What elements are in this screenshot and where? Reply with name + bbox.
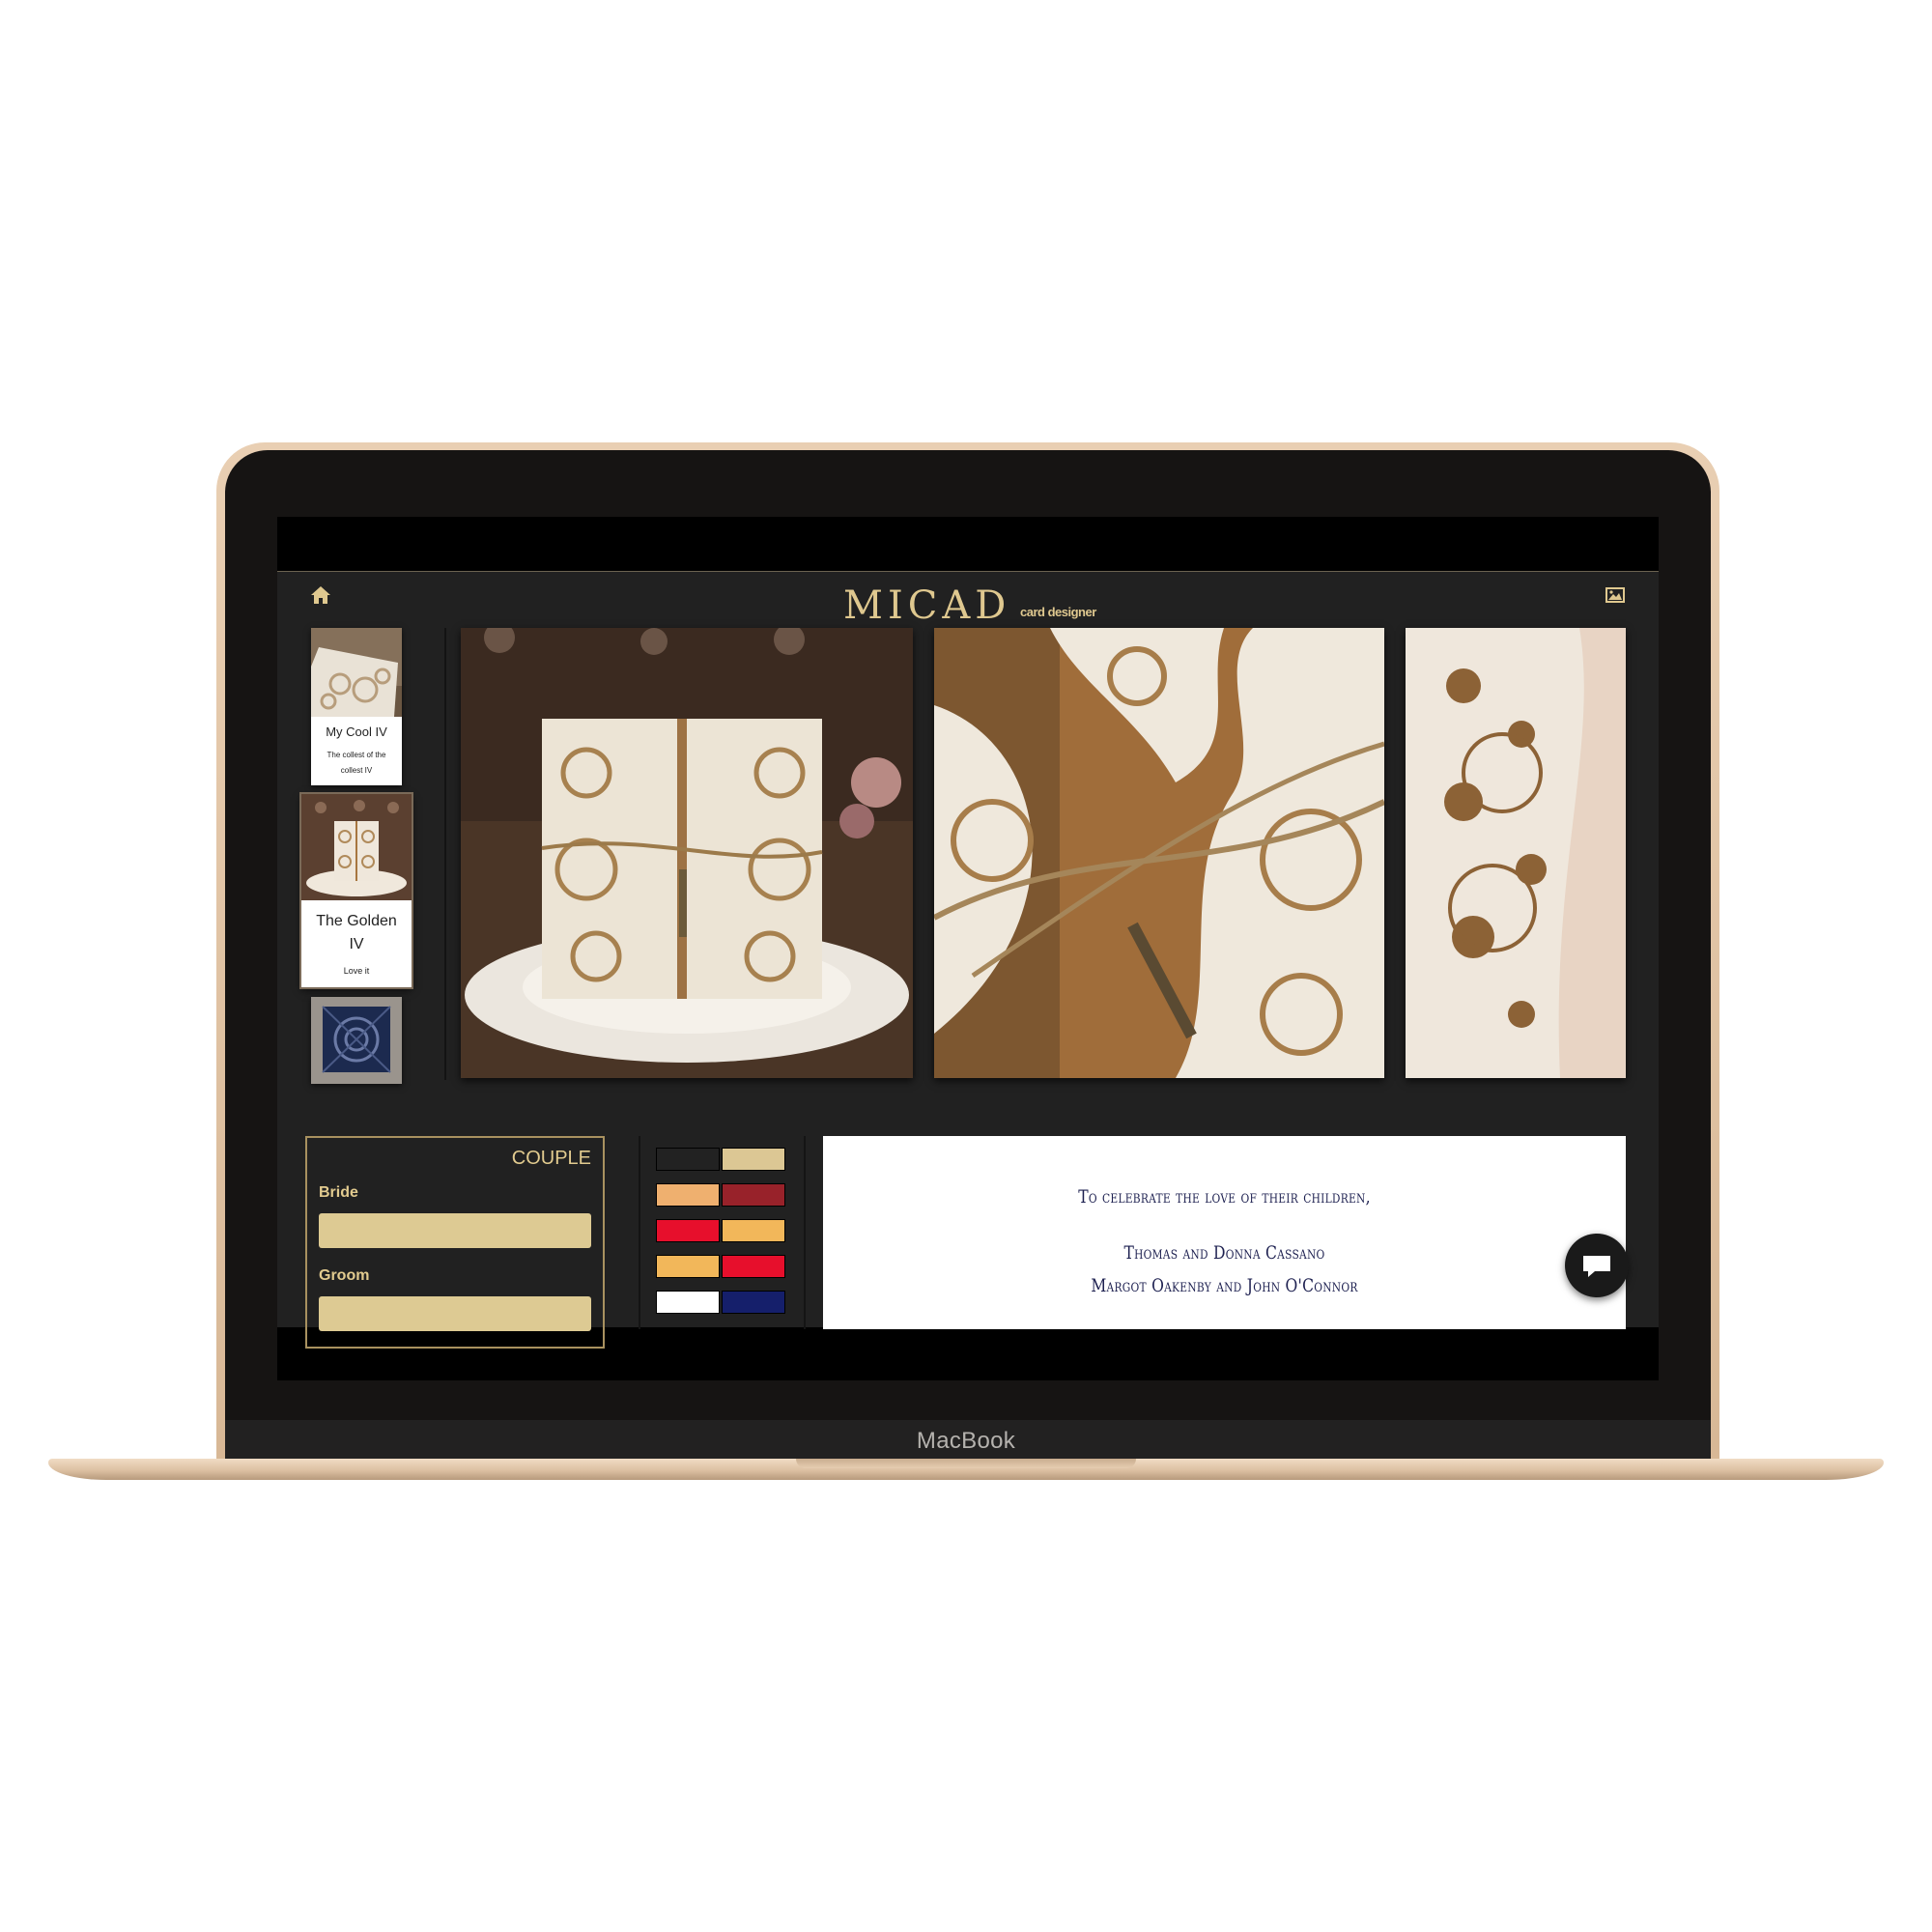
photo-image (461, 628, 913, 1078)
swatch-secondary (722, 1291, 785, 1314)
gallery-photo-closeup[interactable] (934, 628, 1384, 1078)
couple-form: COUPLE Bride Groom (305, 1136, 605, 1349)
swatch-secondary (722, 1219, 785, 1242)
preview-line-3: Margot Oakenby and John O'Connor (1091, 1275, 1358, 1296)
card-preview: To celebrate the love of their children,… (823, 1136, 1626, 1329)
couple-form-title: COUPLE (511, 1148, 591, 1169)
palette-divider (804, 1136, 806, 1329)
chat-icon (1583, 1256, 1610, 1277)
bride-input[interactable] (319, 1213, 591, 1248)
template-description: Love it (343, 966, 370, 976)
bride-label: Bride (319, 1184, 358, 1201)
palette-swatch-pair[interactable] (656, 1291, 787, 1314)
swatch-secondary (722, 1183, 785, 1207)
photo-image (1406, 628, 1626, 1078)
chat-button[interactable] (1565, 1234, 1629, 1297)
gallery-photo-lace[interactable] (1406, 628, 1626, 1078)
laptop-notch (796, 1459, 1136, 1468)
swatch-primary (656, 1219, 720, 1242)
sidebar-divider (444, 628, 446, 1080)
gallery-photo-plate[interactable] (461, 628, 913, 1078)
template-thumbnail (301, 794, 412, 900)
palette-swatch-pair[interactable] (656, 1255, 787, 1278)
template-thumbnail (311, 628, 402, 717)
palette-swatch-pair[interactable] (656, 1219, 787, 1242)
template-card-navy[interactable] (311, 997, 402, 1084)
image-icon[interactable] (1604, 583, 1627, 607)
photo-image (934, 628, 1384, 1078)
palette-swatch-pair[interactable] (656, 1183, 787, 1207)
groom-label: Groom (319, 1267, 370, 1284)
swatch-primary (656, 1148, 720, 1171)
preview-line-2: Thomas and Donna Cassano (1123, 1242, 1325, 1264)
palette-divider (639, 1136, 640, 1329)
laptop-brand-label: MacBook (916, 1428, 1016, 1454)
template-card-my-cool-iv[interactable]: My Cool IV The collest of the collest IV (311, 628, 402, 785)
app-logo-subtitle: card designer (1020, 605, 1096, 619)
preview-line-1: To celebrate the love of their children, (1078, 1186, 1371, 1208)
template-title: My Cool IV (326, 724, 387, 739)
groom-input[interactable] (319, 1296, 591, 1331)
template-description: The collest of the collest IV (327, 751, 386, 775)
screen: MICAD card designer My Cool IV The colle… (277, 517, 1659, 1380)
swatch-primary (656, 1183, 720, 1207)
swatch-primary (656, 1291, 720, 1314)
home-icon[interactable] (309, 583, 332, 607)
swatch-secondary (722, 1255, 785, 1278)
app-window: MICAD card designer My Cool IV The colle… (277, 571, 1659, 1349)
swatch-secondary (722, 1148, 785, 1171)
template-card-the-golden-iv[interactable]: The Golden IV Love it (301, 794, 412, 987)
template-thumbnail (311, 997, 402, 1084)
template-title: The Golden IV (316, 913, 397, 952)
palette-swatch-pair[interactable] (656, 1148, 787, 1171)
swatch-primary (656, 1255, 720, 1278)
template-sidebar: My Cool IV The collest of the collest IV (277, 628, 446, 1084)
